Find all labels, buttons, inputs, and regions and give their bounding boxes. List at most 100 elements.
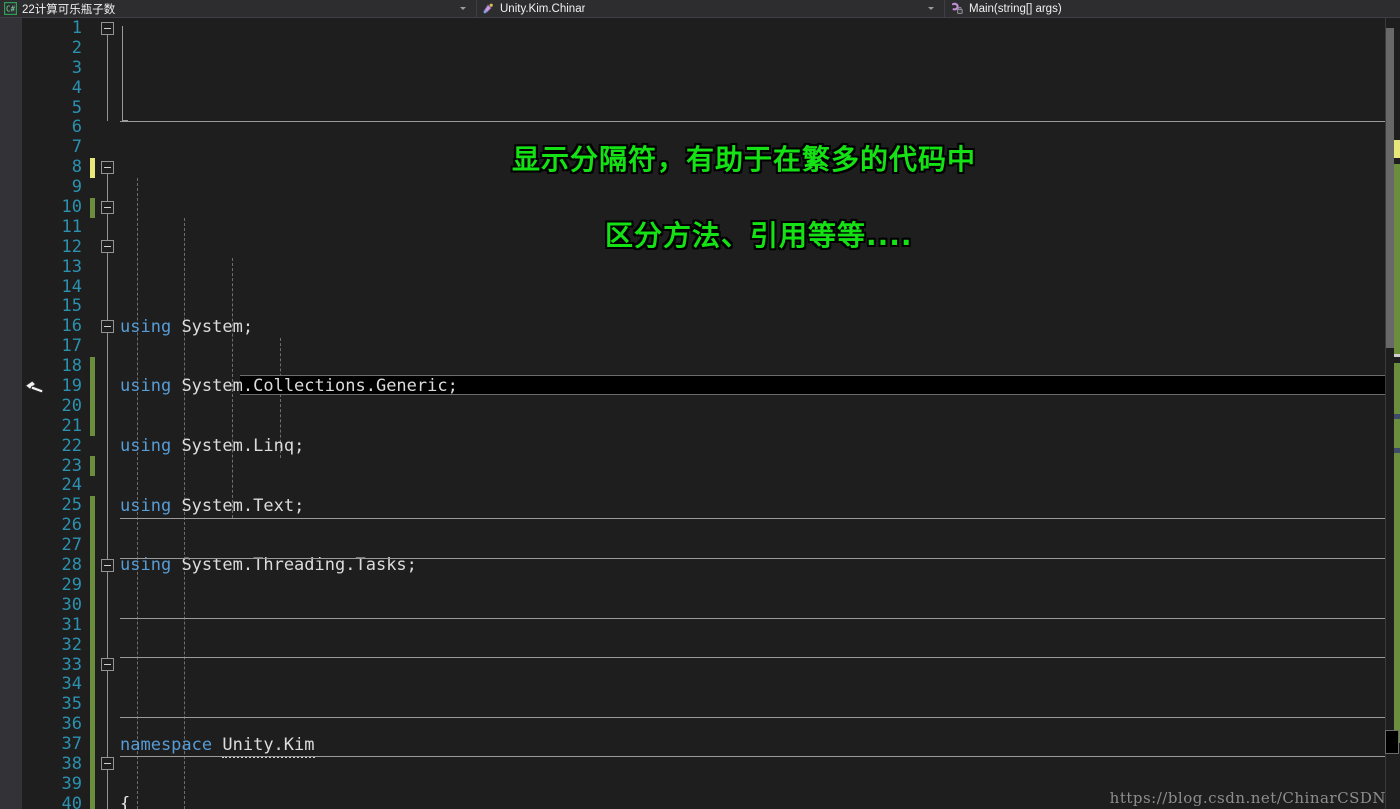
code-line[interactable] [120,676,1385,696]
line-number: 9 [71,177,82,198]
chevron-down-icon[interactable] [928,7,934,10]
line-number: 7 [71,137,82,158]
line-number: 17 [61,336,82,357]
code-editor[interactable]: 1 2 3 4 5 6 7 8 9 10 11 12 13 14 15 16 1… [0,18,1400,809]
method-separator [120,717,1385,718]
line-number: 24 [61,475,82,496]
method-separator [120,756,1385,757]
outline-vertical-line [107,174,108,809]
method-separator [120,558,1385,559]
line-number: 14 [61,276,82,297]
line-number: 37 [61,734,82,755]
line-number: 5 [71,97,82,118]
line-number: 29 [61,574,82,595]
line-number: 22 [61,435,82,456]
code-line[interactable] [120,616,1385,636]
line-number: 28 [61,555,82,576]
vertical-scrollbar[interactable] [1385,18,1400,809]
scrollbar-viewport-box [1385,730,1399,754]
csharp-file-icon: C# [4,2,17,15]
method-separator [120,121,1385,122]
collapse-toggle[interactable] [101,240,114,253]
line-number: 33 [61,654,82,675]
collapse-toggle[interactable] [101,161,114,174]
line-number: 21 [61,415,82,436]
code-line[interactable]: using System.Linq; [120,436,1385,457]
navbar-member-label: Main(string[] args) [969,2,1062,15]
scroll-marker-saved [1394,363,1400,743]
code-line[interactable]: namespace Unity.Kim [120,734,1385,758]
change-bar-unsaved [90,158,95,178]
line-number: 30 [61,594,82,615]
method-separator [120,618,1385,619]
line-number: 32 [61,634,82,655]
change-bar-gutter [90,18,95,809]
method-separator [120,657,1385,658]
line-number: 35 [61,694,82,715]
svg-text:C#: C# [6,5,16,14]
line-number: 15 [61,296,82,317]
indicator-margin [0,18,22,809]
line-number: 40 [61,793,82,809]
line-number: 31 [61,614,82,635]
scroll-marker-saved [1394,164,1400,354]
line-number: 13 [61,256,82,277]
outlining-margin[interactable] [98,18,120,809]
line-number: 16 [61,316,82,337]
navbar-member-dropdown[interactable]: Main(string[] args) [944,0,1400,17]
collapse-toggle[interactable] [101,757,114,770]
line-number: 10 [61,197,82,218]
code-line[interactable]: using System.Threading.Tasks; [120,555,1385,576]
chevron-down-icon[interactable] [460,7,466,10]
code-line[interactable]: using System.Collections.Generic; [120,376,1385,397]
navbar-file-label: 22计算可乐瓶子数 [22,3,116,16]
line-number: 8 [71,157,82,178]
line-number: 20 [61,395,82,416]
navbar-type-label: Unity.Kim.Chinar [500,2,586,15]
line-number: 12 [61,236,82,257]
line-number: 36 [61,714,82,735]
change-bar-saved [90,496,95,809]
line-number: 11 [61,216,82,237]
navbar-file-dropdown[interactable]: C# 22计算可乐瓶子数 [0,0,476,17]
private-method-icon [949,2,964,15]
collapse-toggle[interactable] [101,22,114,35]
line-number: 4 [71,77,82,98]
annotation-line-2: 区分方法、引用等等.... [605,219,913,252]
outline-vertical-line [107,35,108,121]
scroll-marker-reference [1394,354,1400,357]
navigation-bar: C# 22计算可乐瓶子数 Unity.Kim.Chinar Main(strin… [0,0,1400,18]
collapse-toggle[interactable] [101,201,114,214]
collapse-toggle[interactable] [101,559,114,572]
line-number: 25 [61,495,82,516]
method-separator [120,518,1385,519]
scroll-marker-unsaved [1394,140,1400,158]
using-block-bracket [122,26,128,121]
scrollbar-thumb[interactable] [1386,28,1394,348]
change-bar-saved [90,456,95,476]
class-icon [481,2,495,15]
collapse-toggle[interactable] [101,320,114,333]
code-line[interactable]: using System.Text; [120,496,1385,517]
line-number: 3 [71,57,82,78]
navbar-type-dropdown[interactable]: Unity.Kim.Chinar [476,0,944,17]
change-bar-saved [90,198,95,218]
line-number: 6 [71,117,82,138]
line-number: 2 [71,37,82,58]
line-number: 23 [61,455,82,476]
line-number: 34 [61,674,82,695]
line-number: 18 [61,356,82,377]
line-number: 1 [71,18,82,38]
collapse-toggle[interactable] [101,658,114,671]
scroll-marker-reference [1394,448,1400,453]
change-bar-saved [90,357,95,436]
watermark: https://blog.csdn.net/ChinarCSDN [1109,789,1386,807]
code-line[interactable]: using System; [120,317,1385,338]
scroll-marker-reference [1394,414,1400,419]
line-number: 27 [61,535,82,556]
annotation-line-1: 显示分隔符，有助于在繁多的代码中 [512,143,977,176]
code-surface[interactable]: using System; using System.Collections.G… [120,18,1400,809]
line-number: 26 [61,515,82,536]
line-number-gutter: 1 2 3 4 5 6 7 8 9 10 11 12 13 14 15 16 1… [22,18,86,809]
line-number: 39 [61,773,82,794]
